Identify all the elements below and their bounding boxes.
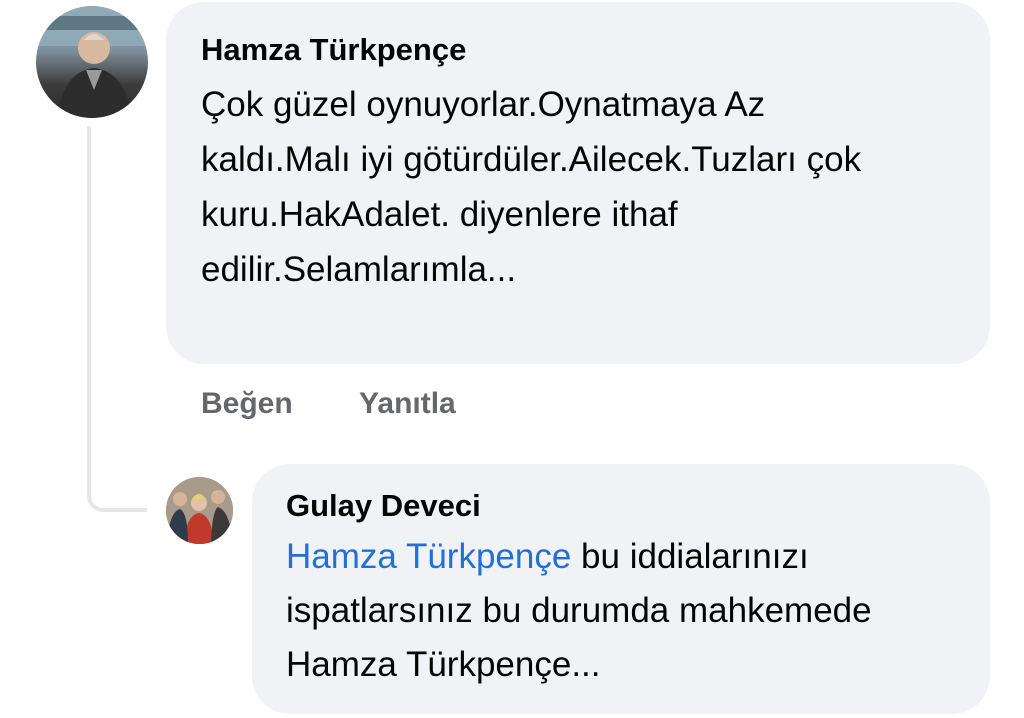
comment-author-name[interactable]: Hamza Türkpençe — [201, 32, 956, 68]
comment-actions: Beğen Yanıtla — [201, 384, 456, 424]
avatar[interactable] — [36, 6, 148, 118]
comment-bubble: Hamza Türkpençe Çok güzel oynuyorlar.Oyn… — [166, 2, 990, 364]
comment-text: Çok güzel oynuyorlar.Oynatmaya Az kaldı.… — [201, 85, 862, 289]
mention-link[interactable]: Hamza Türkpençe — [286, 537, 571, 576]
reply-bubble: Gulay Deveci Hamza Türkpençe bu iddialar… — [252, 464, 990, 714]
profile-photo-icon — [166, 477, 233, 544]
profile-photo-icon — [36, 6, 148, 118]
reply-avatar[interactable] — [166, 477, 233, 544]
reply-thread-connector — [87, 126, 147, 512]
reply-author-name[interactable]: Gulay Deveci — [286, 488, 956, 524]
like-button[interactable]: Beğen — [201, 384, 293, 424]
reply-text: Hamza Türkpençe bu iddialarınızı ispatla… — [286, 530, 966, 692]
reply-button[interactable]: Yanıtla — [359, 384, 456, 424]
